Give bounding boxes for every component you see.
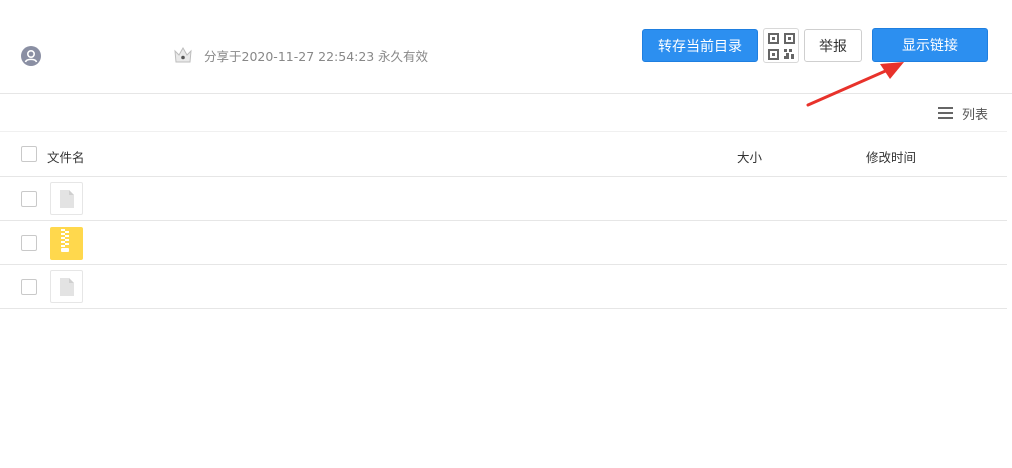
qr-code-icon <box>768 33 795 60</box>
table-header: 文件名 大小 修改时间 <box>0 131 1007 177</box>
table-row[interactable] <box>0 221 1007 265</box>
file-table: 文件名 大小 修改时间 <box>0 131 1007 309</box>
zip-archive-icon <box>50 227 83 260</box>
list-view-icon <box>938 107 953 119</box>
share-time-text: 分享于2020-11-27 22:54:23 <box>204 49 375 64</box>
column-header-size[interactable]: 大小 <box>737 147 762 166</box>
column-header-name[interactable]: 文件名 <box>47 147 85 166</box>
save-to-my-drive-button[interactable]: 转存当前目录 <box>642 29 758 62</box>
row-checkbox[interactable] <box>21 235 37 251</box>
annotation-arrow <box>806 62 904 107</box>
select-all-checkbox[interactable] <box>21 146 37 162</box>
view-mode-label: 列表 <box>962 107 989 123</box>
validity-text: 永久有效 <box>378 49 429 64</box>
user-avatar-icon[interactable] <box>21 46 41 66</box>
table-row[interactable] <box>0 265 1007 309</box>
row-checkbox[interactable] <box>21 279 37 295</box>
document-icon <box>50 270 83 303</box>
table-row[interactable] <box>0 177 1007 221</box>
view-mode-toggle[interactable]: 列表 <box>938 104 989 123</box>
column-header-modified[interactable]: 修改时间 <box>866 147 916 166</box>
qr-code-button[interactable] <box>763 28 799 63</box>
crown-icon <box>174 47 192 63</box>
row-checkbox[interactable] <box>21 191 37 207</box>
document-icon <box>50 182 83 215</box>
